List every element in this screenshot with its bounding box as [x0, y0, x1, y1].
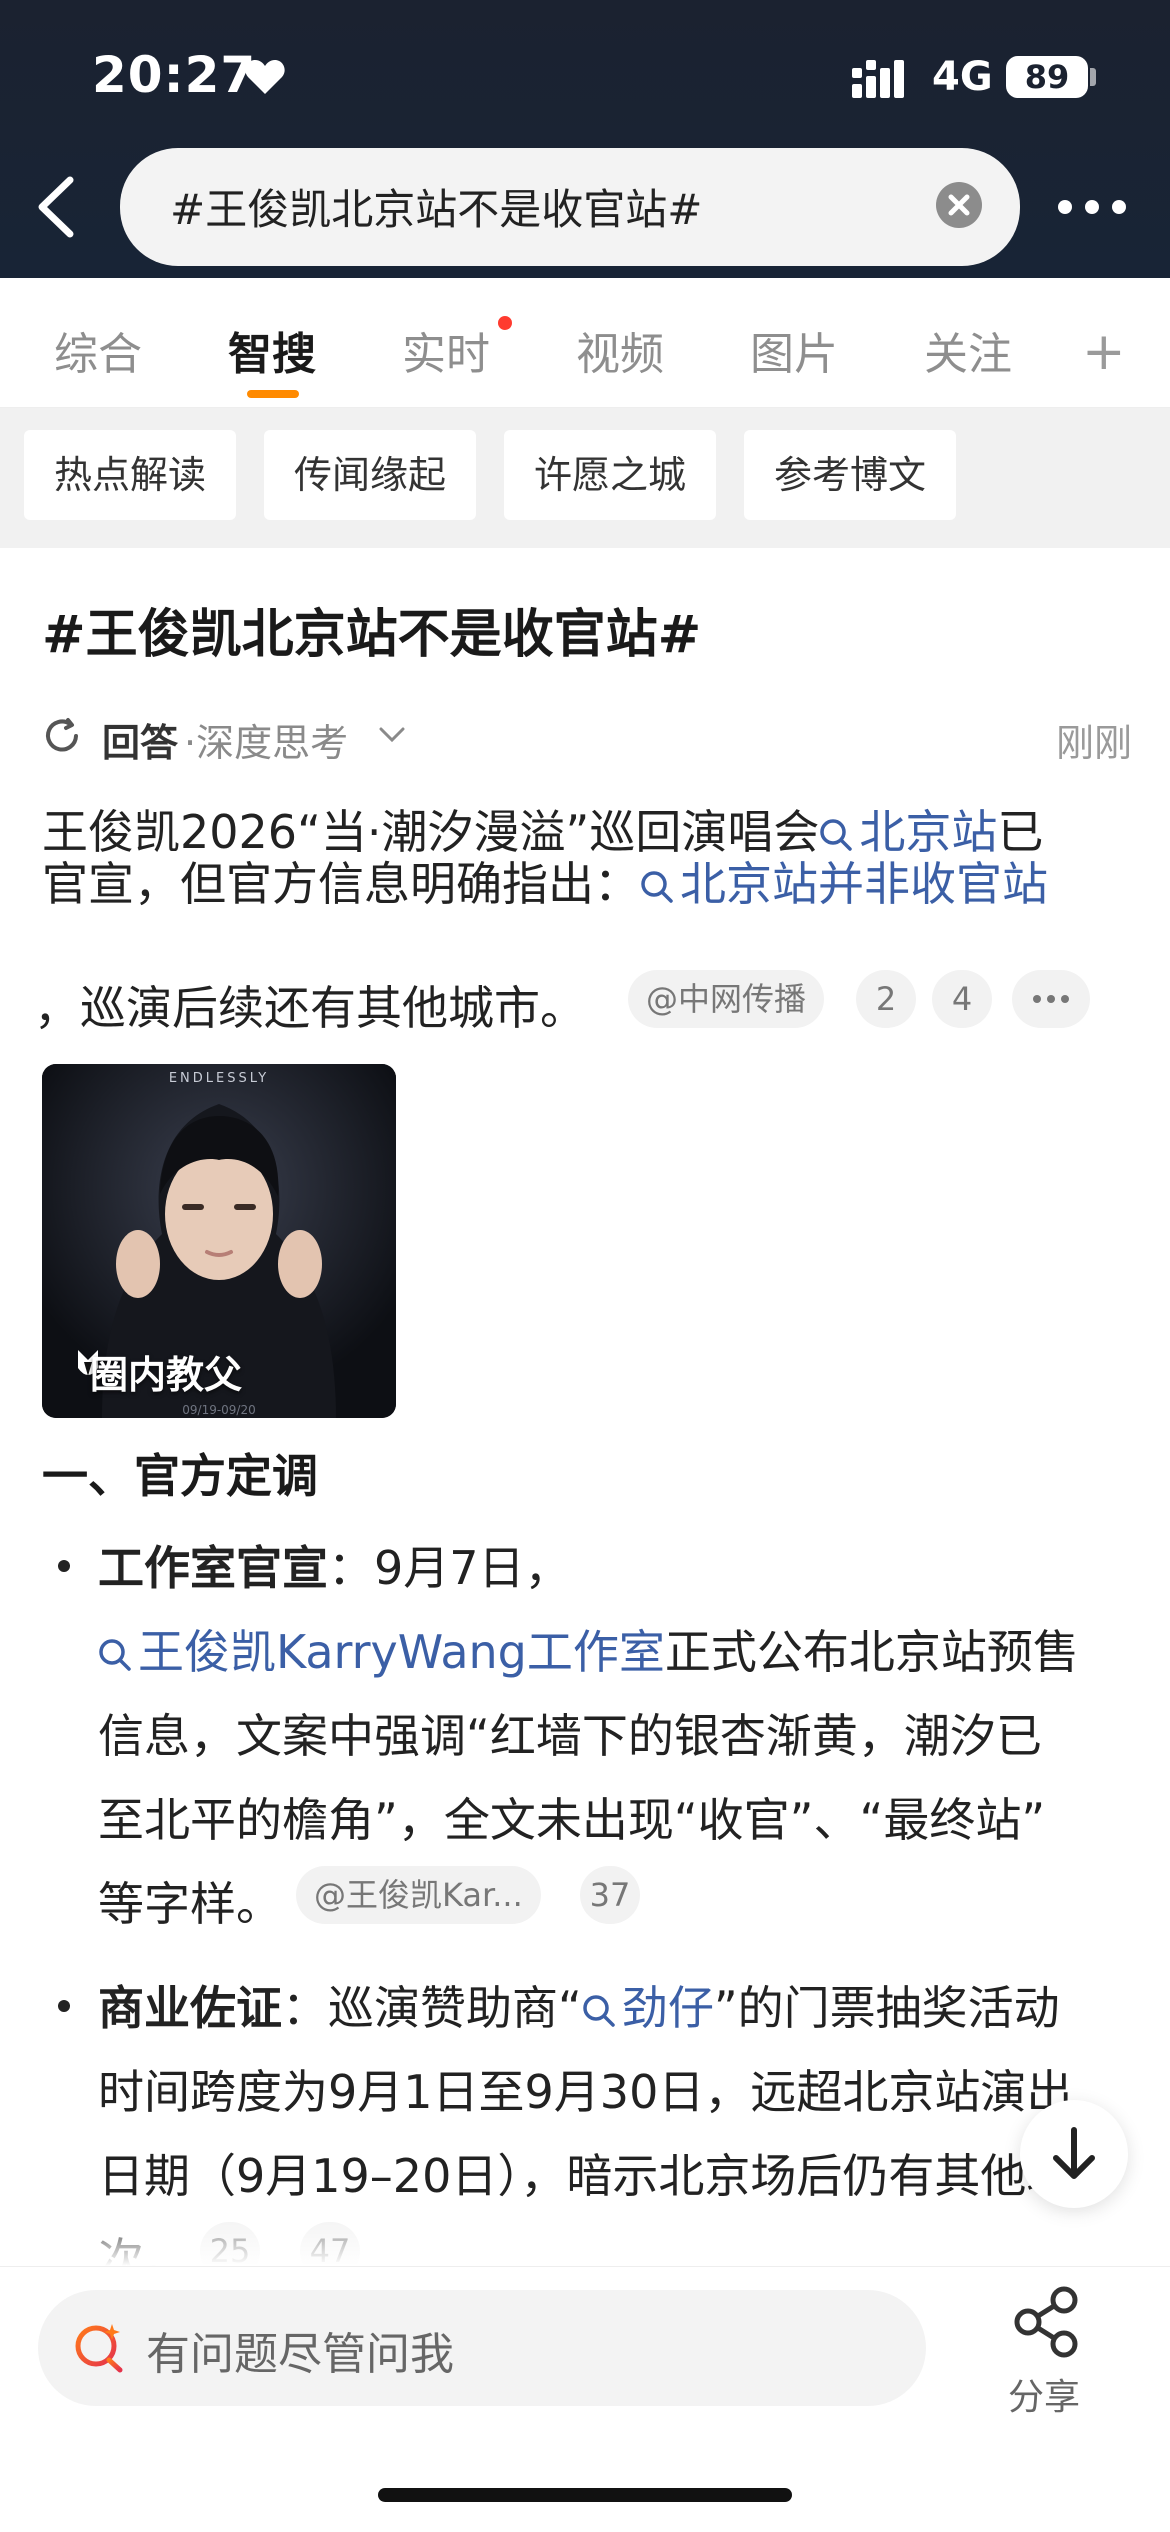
- poster-top-text: ENDLESSLY: [169, 1071, 269, 1086]
- paragraph-line: 至北平的檐角”，全文未出现“收官”、“最终站”: [98, 1793, 1046, 1847]
- tab-following[interactable]: 关注: [924, 318, 1012, 382]
- status-time: 20:27: [92, 46, 257, 104]
- text: ：巡演赞助商“: [282, 1981, 582, 2035]
- paragraph-line: 信息，文案中强调“红墙下的银杏渐黄，潮汐已: [98, 1709, 1042, 1763]
- more-refs-icon[interactable]: [1012, 970, 1090, 1028]
- chevron-down-icon[interactable]: [378, 726, 406, 744]
- tab-smart-search[interactable]: 智搜: [228, 318, 316, 382]
- bullet-dot: [58, 1560, 70, 1572]
- tab-video[interactable]: 视频: [576, 318, 664, 382]
- chip-rumor-origin[interactable]: 传闻缘起: [264, 430, 477, 520]
- search-icon: [820, 819, 853, 851]
- paragraph-line: 日期（9月19–20日），暗示北京场后仍有其他场: [98, 2149, 1073, 2203]
- share-label[interactable]: 分享: [1008, 2368, 1080, 2420]
- link-text[interactable]: 王俊凯KarryWang工作室: [138, 1625, 665, 1679]
- text: ，巡演后续还有其他城市。: [34, 981, 586, 1035]
- topic-link[interactable]: 王俊凯KarryWang工作室: [98, 1625, 665, 1679]
- back-arrow-icon[interactable]: [26, 172, 86, 242]
- search-query[interactable]: #王俊凯北京站不是收官站#: [170, 176, 702, 237]
- link-text[interactable]: 北京站并非收官站: [680, 857, 1048, 911]
- section-heading: 一、官方定调: [42, 1449, 318, 1503]
- paragraph-line: 等字样。: [98, 1877, 282, 1931]
- answer-meta: 回答 ·深度思考 刚刚: [42, 712, 1132, 766]
- image-caption: 圈内教父: [90, 1353, 243, 1397]
- battery-tip: [1090, 68, 1096, 86]
- thinking-mode-toggle[interactable]: ·深度思考: [184, 712, 348, 767]
- topic-chips: 热点解读 传闻缘起 许愿之城 参考博文: [0, 408, 1170, 548]
- content-fade: [0, 2210, 1170, 2266]
- bullet-dot: [58, 2000, 70, 2012]
- reference-chip[interactable]: 4: [932, 970, 992, 1028]
- topic-link[interactable]: 劲仔: [582, 1981, 714, 2035]
- network-type: 4G: [932, 54, 993, 100]
- more-options-icon[interactable]: [1056, 196, 1128, 218]
- text: 官宣，但官方信息明确指出：: [42, 857, 640, 911]
- chip-reference-posts[interactable]: 参考博文: [744, 430, 957, 520]
- chip-wish-city[interactable]: 许愿之城: [504, 430, 717, 520]
- paragraph-line: 商业佐证：巡演赞助商“ 劲仔”的门票抽奖活动: [98, 1972, 1060, 2038]
- active-tab-indicator: [247, 390, 299, 398]
- bullet-title: 工作室官宣: [98, 1541, 328, 1595]
- arrow-down-icon: [1053, 2127, 1095, 2179]
- share-icon[interactable]: [1010, 2286, 1086, 2358]
- reference-chip[interactable]: 37: [580, 1866, 640, 1924]
- home-indicator: [378, 2488, 792, 2502]
- poster-date-text: 09/19-09/20: [182, 1403, 256, 1417]
- paragraph-line: ，巡演后续还有其他城市。: [34, 972, 586, 1038]
- heart-icon: [245, 60, 285, 94]
- cellular-signal-icon: [852, 60, 904, 98]
- paragraph-line: 工作室官宣：9月7日，: [98, 1532, 571, 1598]
- answer-time: 刚刚: [1055, 721, 1132, 765]
- search-icon: [641, 871, 673, 903]
- search-icon: [99, 1639, 131, 1671]
- source-chip[interactable]: @王俊凯Kar...: [296, 1866, 541, 1924]
- paragraph-line: 官宣，但官方信息明确指出： 北京站并非收官站: [42, 848, 1048, 914]
- clear-search-icon[interactable]: [936, 182, 982, 228]
- refresh-icon: [46, 718, 78, 752]
- new-badge-dot: [498, 316, 512, 330]
- ask-placeholder[interactable]: 有问题尽管问我: [146, 2318, 454, 2382]
- text: 正式公布北京站预售: [664, 1625, 1079, 1679]
- add-tab-icon[interactable]: +: [1082, 322, 1126, 382]
- battery-level: 89: [1024, 58, 1070, 96]
- source-chip[interactable]: @中网传播: [628, 970, 825, 1028]
- scroll-down-button[interactable]: [1020, 2100, 1128, 2208]
- tab-realtime[interactable]: 实时: [402, 318, 490, 382]
- chip-hot-interpretation[interactable]: 热点解读: [24, 430, 237, 520]
- ai-search-icon: [75, 2324, 123, 2373]
- bullet-title: 商业佐证: [98, 1981, 282, 2035]
- reference-chip[interactable]: 2: [856, 970, 916, 1028]
- tab-images[interactable]: 图片: [750, 318, 838, 382]
- search-icon: [583, 1995, 615, 2027]
- page-title: #王俊凯北京站不是收官站#: [42, 605, 702, 665]
- link-text[interactable]: 劲仔: [622, 1981, 714, 2035]
- paragraph-line: 时间跨度为9月1日至9月30日，远超北京站演出: [98, 2065, 1073, 2119]
- text: ”的门票抽奖活动: [713, 1981, 1060, 2035]
- paragraph-line: 王俊凯KarryWang工作室正式公布北京站预售: [98, 1616, 1079, 1682]
- text: ：9月7日，: [328, 1541, 571, 1595]
- tab-overview[interactable]: 综合: [54, 318, 142, 382]
- tab-bar: 综合 智搜 实时 视频 图片 关注: [0, 278, 1170, 408]
- answer-label: 回答: [102, 721, 179, 765]
- topic-link[interactable]: 北京站并非收官站: [640, 857, 1048, 911]
